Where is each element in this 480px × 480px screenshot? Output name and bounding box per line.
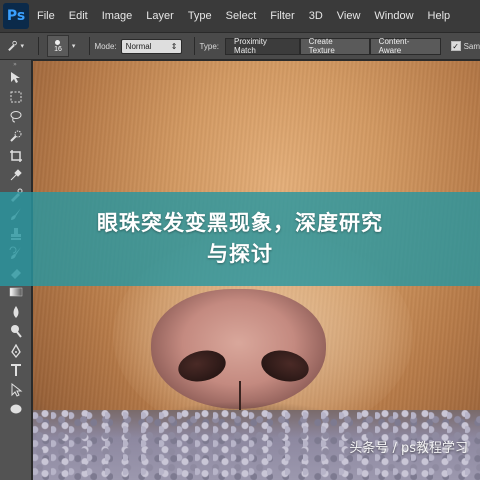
menu-select[interactable]: Select xyxy=(226,10,257,22)
quick-selection-tool[interactable] xyxy=(0,127,31,147)
title-banner: 眼珠突发变黑现象，深度研究 与探讨 xyxy=(0,192,480,286)
menu-file[interactable]: File xyxy=(37,10,55,22)
quick-selection-icon xyxy=(9,130,21,142)
menu-image[interactable]: Image xyxy=(102,10,133,22)
type-label: Type: xyxy=(199,41,220,51)
type-content-aware-button[interactable]: Content-Aware xyxy=(369,37,441,55)
ellipse-icon xyxy=(10,404,21,414)
move-icon xyxy=(10,71,20,83)
brush-size-value: 16 xyxy=(54,45,62,53)
lasso-tool[interactable] xyxy=(0,107,31,127)
ellipse-tool[interactable] xyxy=(0,400,31,420)
options-bar: ▾ 16 ▾ Mode: Normal ⇕ Type: Proximity Ma… xyxy=(0,32,480,60)
divider xyxy=(194,37,196,55)
menu-type[interactable]: Type xyxy=(188,10,212,22)
tool-preset-picker[interactable]: ▾ xyxy=(6,35,34,57)
dodge-tool[interactable] xyxy=(0,322,31,342)
mode-value: Normal xyxy=(125,41,152,51)
crop-tool[interactable] xyxy=(0,146,31,166)
type-segmented-control: Proximity Match Create Texture Content-A… xyxy=(225,37,441,55)
brush-tip-icon xyxy=(55,39,61,45)
marquee-tool[interactable] xyxy=(0,88,31,108)
panel-collapse-grip[interactable]: » xyxy=(0,60,31,68)
marquee-icon xyxy=(10,91,21,103)
eyedropper-tool[interactable] xyxy=(0,166,31,186)
menu-3d[interactable]: 3D xyxy=(309,10,323,22)
dodge-icon xyxy=(10,325,22,338)
updown-icon: ⇕ xyxy=(170,41,178,51)
type-proximity-match-button[interactable]: Proximity Match xyxy=(225,37,300,55)
banner-title-line-1: 眼珠突发变黑现象，深度研究 xyxy=(97,211,383,235)
blur-tool[interactable] xyxy=(0,302,31,322)
brush-size-picker[interactable]: 16 xyxy=(47,35,69,57)
path-selection-tool[interactable] xyxy=(0,380,31,400)
chevron-down-icon[interactable]: ▾ xyxy=(72,42,76,50)
spot-healing-brush-icon xyxy=(8,40,17,52)
menu-bar: Ps File Edit Image Layer Type Select Fil… xyxy=(0,0,480,32)
menu-layer[interactable]: Layer xyxy=(146,10,174,22)
divider xyxy=(38,37,39,55)
type-tool[interactable] xyxy=(0,361,31,381)
path-selection-icon xyxy=(11,382,22,397)
menu-help[interactable]: Help xyxy=(428,10,451,22)
type-create-texture-button[interactable]: Create Texture xyxy=(299,37,370,55)
source-watermark: 头条号 / ps教程学习 xyxy=(349,441,468,456)
menu-filter[interactable]: Filter xyxy=(270,10,294,22)
menu-view[interactable]: View xyxy=(337,10,361,22)
pen-icon xyxy=(10,343,21,358)
move-tool[interactable] xyxy=(0,68,31,88)
sample-all-layers-checkbox[interactable]: ✓ xyxy=(450,41,461,51)
mode-select[interactable]: Normal ⇕ xyxy=(120,38,183,54)
lasso-icon xyxy=(10,110,21,123)
pen-tool[interactable] xyxy=(0,341,31,361)
menu-edit[interactable]: Edit xyxy=(69,10,88,22)
photoshop-logo: Ps xyxy=(3,3,29,29)
mode-label: Mode: xyxy=(94,41,117,51)
divider xyxy=(89,37,91,55)
chevron-down-icon: ▾ xyxy=(20,43,24,50)
blur-icon xyxy=(13,305,18,318)
crop-icon xyxy=(9,149,22,162)
type-icon xyxy=(10,364,21,377)
banner-title-line-2: 与探讨 xyxy=(207,242,273,266)
menu-window[interactable]: Window xyxy=(374,10,413,22)
sample-label: Sam xyxy=(463,41,480,51)
eyedropper-icon xyxy=(10,169,22,181)
gradient-icon xyxy=(9,288,22,297)
